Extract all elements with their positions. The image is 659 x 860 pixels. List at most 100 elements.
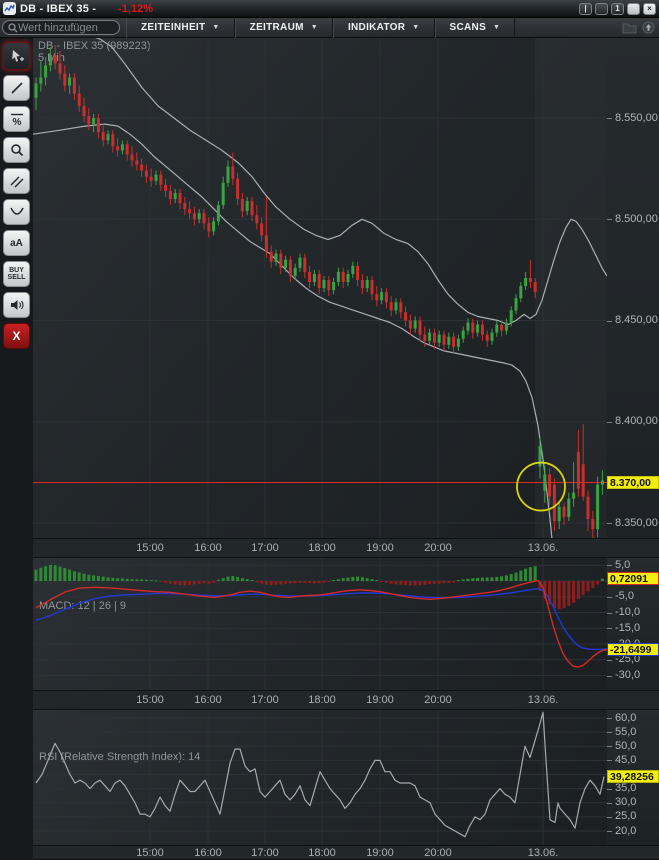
time-tick-label: 18:00 bbox=[308, 694, 336, 706]
menu-zeitraum[interactable]: ZEITRAUM ▼ bbox=[234, 17, 333, 38]
time-tick-label: 18:00 bbox=[308, 846, 336, 859]
percent-tool-button[interactable]: % bbox=[3, 106, 30, 132]
axis-tick bbox=[607, 760, 612, 761]
magnifier-icon bbox=[10, 144, 23, 157]
time-tick-label: 13.06. bbox=[527, 542, 559, 554]
search-input[interactable] bbox=[18, 21, 114, 34]
chevron-down-icon: ▼ bbox=[310, 24, 318, 31]
time-tick-label: 17:00 bbox=[251, 694, 279, 706]
arc-tool-button[interactable] bbox=[3, 199, 30, 225]
axis-tick bbox=[607, 718, 612, 719]
percent-icon: % bbox=[10, 113, 23, 127]
axis-tick-label: 45,0 bbox=[615, 754, 637, 766]
close-button[interactable]: × bbox=[643, 2, 656, 15]
folder-icon[interactable] bbox=[622, 22, 637, 34]
axis-tick-label: 5,0 bbox=[615, 559, 631, 571]
time-tick-label: 15:00 bbox=[136, 542, 164, 554]
parallel-lines-tool-button[interactable] bbox=[3, 168, 30, 194]
axis-tick-label: 8.400,00 bbox=[615, 415, 658, 427]
time-tick-label: 20:00 bbox=[424, 694, 452, 706]
delete-tool-button[interactable]: X bbox=[3, 323, 30, 349]
time-tick-label: 20:00 bbox=[424, 846, 452, 859]
time-tick-label: 17:00 bbox=[251, 846, 279, 859]
menu-zeiteinheit[interactable]: ZEITEINHEIT ▼ bbox=[126, 17, 235, 38]
select-tool-button[interactable] bbox=[3, 42, 30, 70]
workspace-1-button[interactable]: 1 bbox=[611, 2, 624, 15]
buy-sell-label: BUY SELL bbox=[7, 267, 26, 281]
axis-tick bbox=[607, 660, 612, 661]
price-change-percent: -1,12% bbox=[118, 2, 154, 15]
axis-tick bbox=[607, 219, 612, 220]
price-axis[interactable]: 8.550,00 8.500,00 8.450,00 8.400,00 8.350,00… bbox=[607, 38, 659, 538]
axis-tick-label: 50,0 bbox=[615, 740, 637, 752]
menu-label: ZEITEINHEIT bbox=[141, 22, 206, 33]
macd-panel[interactable]: MACD: 12 | 26 | 9 bbox=[33, 558, 607, 690]
upload-icon[interactable] bbox=[642, 21, 655, 34]
axis-tick bbox=[607, 746, 612, 747]
drawing-tool-sidebar: % aA BUY SELL X bbox=[0, 38, 33, 860]
current-value-label: 39,28256 bbox=[607, 770, 659, 783]
price-chart-panel[interactable]: DB - IBEX 35 (989223) 5 Min bbox=[33, 38, 607, 538]
axis-tick-label: -30,0 bbox=[615, 669, 641, 681]
menu-label: ZEITRAUM bbox=[249, 22, 304, 33]
axis-tick bbox=[607, 422, 612, 423]
info-button[interactable]: | bbox=[579, 2, 592, 15]
time-axis-price: 15:00 16:00 17:00 18:00 19:00 20:00 13.06. bbox=[33, 538, 659, 558]
time-tick-label: 16:00 bbox=[194, 846, 222, 859]
axis-tick-label: 30,0 bbox=[615, 796, 637, 808]
restore-button[interactable] bbox=[627, 2, 640, 15]
axis-tick bbox=[607, 789, 612, 790]
parallel-lines-icon bbox=[9, 176, 24, 188]
delete-tool-label: X bbox=[12, 329, 21, 343]
axis-tick-label: 55,0 bbox=[615, 726, 637, 738]
time-tick-label: 19:00 bbox=[366, 542, 394, 554]
instrument-search[interactable] bbox=[2, 20, 120, 35]
axis-tick-label: -10,0 bbox=[615, 606, 641, 618]
axis-tick-label: 8.550,00 bbox=[615, 112, 658, 124]
time-tick-label: 20:00 bbox=[424, 542, 452, 554]
minimize-button[interactable] bbox=[595, 2, 608, 15]
window-title: DB - IBEX 35 - bbox=[20, 2, 97, 15]
axis-tick bbox=[607, 597, 612, 598]
text-tool-button[interactable]: aA bbox=[3, 230, 30, 256]
menu-label: INDIKATOR bbox=[347, 22, 406, 33]
axis-tick bbox=[607, 321, 612, 322]
current-value-label: 8.370,00 bbox=[607, 476, 659, 489]
rsi-axis[interactable]: 60,0 55,0 50,0 45,0 35,0 30,0 25,0 20,0 39,28256 bbox=[607, 710, 659, 845]
menu-indikator[interactable]: INDIKATOR ▼ bbox=[332, 17, 435, 38]
axis-tick bbox=[607, 831, 612, 832]
menu-scans[interactable]: SCANS ▼ bbox=[434, 17, 516, 38]
time-axis-macd: 15:00 16:00 17:00 18:00 19:00 20:00 13.06. bbox=[33, 690, 659, 710]
axis-tick bbox=[607, 676, 612, 677]
axis-tick-label: 8.450,00 bbox=[615, 314, 658, 326]
axis-tick-label: 8.500,00 bbox=[615, 213, 658, 225]
axis-tick bbox=[607, 118, 612, 119]
rsi-panel[interactable]: RSI (Relative Strength Index): 14 bbox=[33, 710, 607, 845]
cursor-icon bbox=[11, 50, 24, 62]
axis-tick-label: -15,0 bbox=[615, 622, 641, 634]
macd-axis[interactable]: 5,0-5,0-10,0-15,0-20,0-25,0-30,00,72091-… bbox=[607, 558, 659, 690]
toolbar-menus: ZEITEINHEIT ▼ ZEITRAUM ▼ INDIKATOR ▼ SCANS ▼ bbox=[126, 17, 516, 38]
time-tick-label: 17:00 bbox=[251, 542, 279, 554]
arc-icon bbox=[9, 207, 24, 215]
zoom-tool-button[interactable] bbox=[3, 137, 30, 163]
text-tool-label: aA bbox=[10, 237, 23, 249]
time-axis-rsi: 15:00 16:00 17:00 18:00 19:00 20:00 13.06. bbox=[33, 845, 659, 860]
time-tick-label: 18:00 bbox=[308, 542, 336, 554]
main-toolbar: ZEITEINHEIT ▼ ZEITRAUM ▼ INDIKATOR ▼ SCANS ▼ bbox=[0, 17, 659, 38]
time-tick-label: 16:00 bbox=[194, 694, 222, 706]
menu-label: SCANS bbox=[449, 22, 487, 33]
time-tick-label: 15:00 bbox=[136, 846, 164, 859]
axis-tick bbox=[607, 732, 612, 733]
time-tick-label: 13.06. bbox=[527, 694, 559, 706]
svg-text:%: % bbox=[12, 117, 21, 127]
current-value-label: -21,6499 bbox=[607, 643, 659, 656]
axis-tick-label: 20,0 bbox=[615, 825, 637, 837]
trendline-tool-button[interactable] bbox=[3, 75, 30, 101]
buy-sell-tool-button[interactable]: BUY SELL bbox=[3, 261, 30, 287]
line-icon bbox=[10, 82, 23, 94]
axis-tick bbox=[607, 628, 612, 629]
time-tick-label: 19:00 bbox=[366, 846, 394, 859]
time-tick-label: 13.06. bbox=[527, 846, 559, 859]
alert-tool-button[interactable] bbox=[3, 292, 30, 318]
